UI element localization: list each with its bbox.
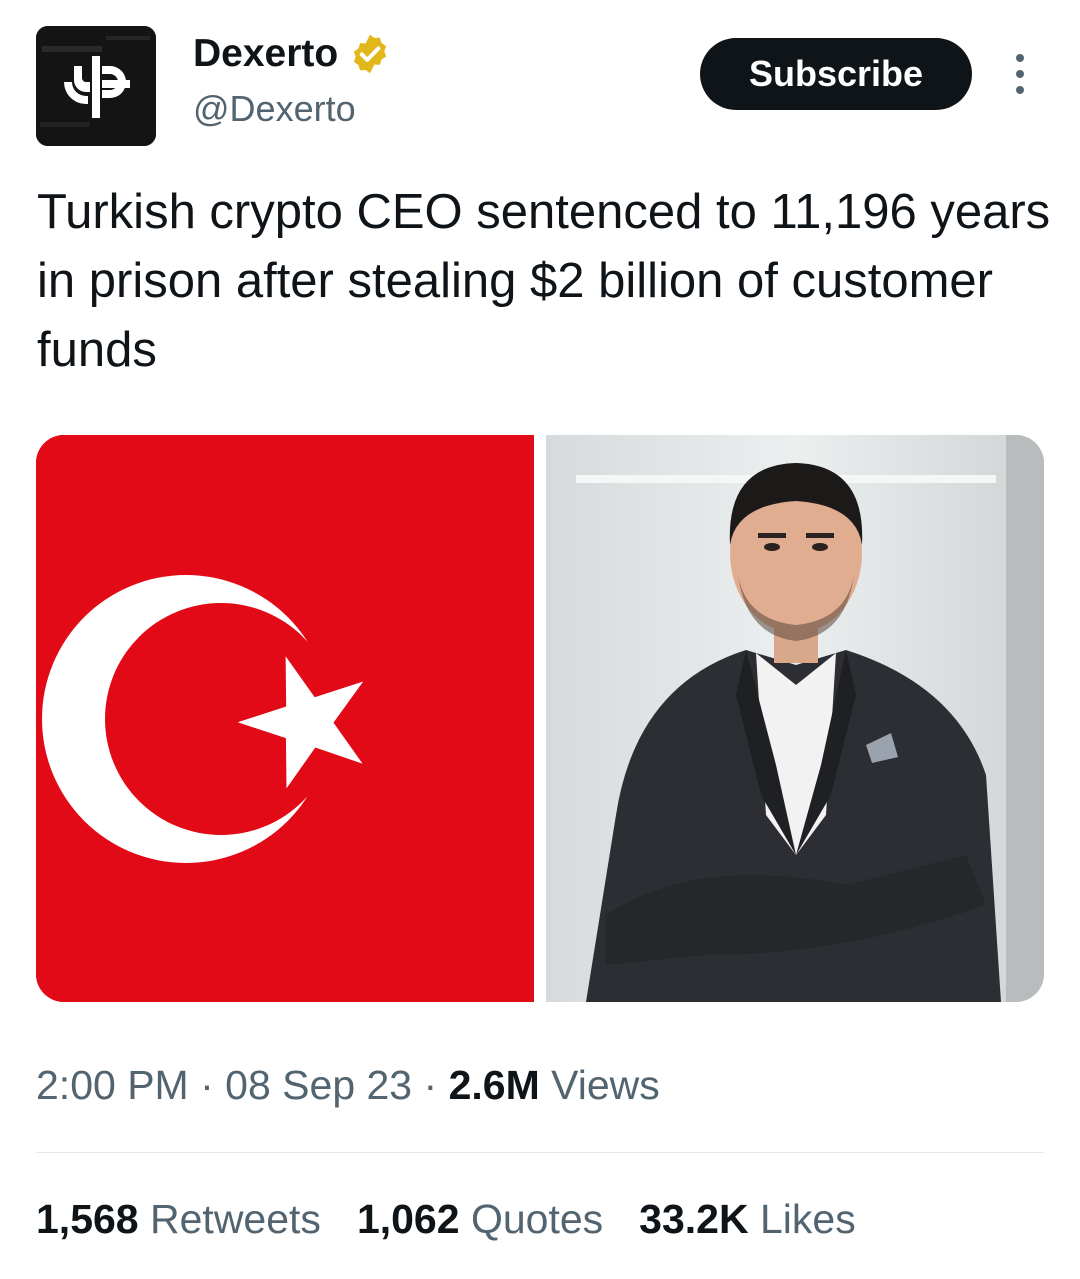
retweets-label: Retweets bbox=[150, 1196, 321, 1242]
divider bbox=[36, 1152, 1044, 1153]
author-name-row[interactable]: Dexerto bbox=[193, 32, 392, 76]
engagement-stats: 1,568 Retweets 1,062 Quotes 33.2K Likes bbox=[36, 1196, 856, 1243]
quotes-label: Quotes bbox=[470, 1196, 604, 1242]
retweets-count: 1,568 bbox=[36, 1196, 139, 1242]
tweet-time[interactable]: 2:00 PM bbox=[36, 1062, 189, 1108]
tweet-date[interactable]: 08 Sep 23 bbox=[225, 1062, 412, 1108]
more-dot bbox=[1016, 54, 1024, 62]
more-dot bbox=[1016, 70, 1024, 78]
likes-stat[interactable]: 33.2K Likes bbox=[639, 1196, 856, 1243]
views-count: 2.6M bbox=[448, 1062, 540, 1108]
subscribe-button[interactable]: Subscribe bbox=[700, 38, 972, 110]
tweet-text: Turkish crypto CEO sentenced to 11,196 y… bbox=[37, 185, 1051, 377]
dexerto-logo-icon bbox=[36, 26, 156, 146]
author-name[interactable]: Dexerto bbox=[193, 32, 338, 76]
tweet-meta: 2:00 PM · 08 Sep 23 · 2.6M Views bbox=[36, 1062, 660, 1109]
more-vertical-icon[interactable] bbox=[1006, 54, 1034, 94]
quotes-stat[interactable]: 1,062 Quotes bbox=[357, 1196, 603, 1243]
author-avatar[interactable] bbox=[36, 26, 156, 146]
likes-count: 33.2K bbox=[639, 1196, 749, 1242]
verified-badge-icon bbox=[354, 34, 387, 74]
meta-separator: · bbox=[423, 1062, 438, 1108]
turkey-flag-image[interactable] bbox=[36, 435, 534, 1002]
quotes-count: 1,062 bbox=[356, 1196, 460, 1242]
more-dot bbox=[1016, 86, 1024, 94]
views-label: Views bbox=[551, 1062, 660, 1108]
man-in-suit-photo[interactable] bbox=[546, 435, 1044, 1002]
retweets-stat[interactable]: 1,568 Retweets bbox=[36, 1196, 321, 1243]
meta-separator: · bbox=[200, 1062, 214, 1108]
likes-label: Likes bbox=[759, 1196, 856, 1242]
author-handle[interactable]: @Dexerto bbox=[193, 88, 356, 130]
tweet-media[interactable] bbox=[36, 435, 1044, 1002]
